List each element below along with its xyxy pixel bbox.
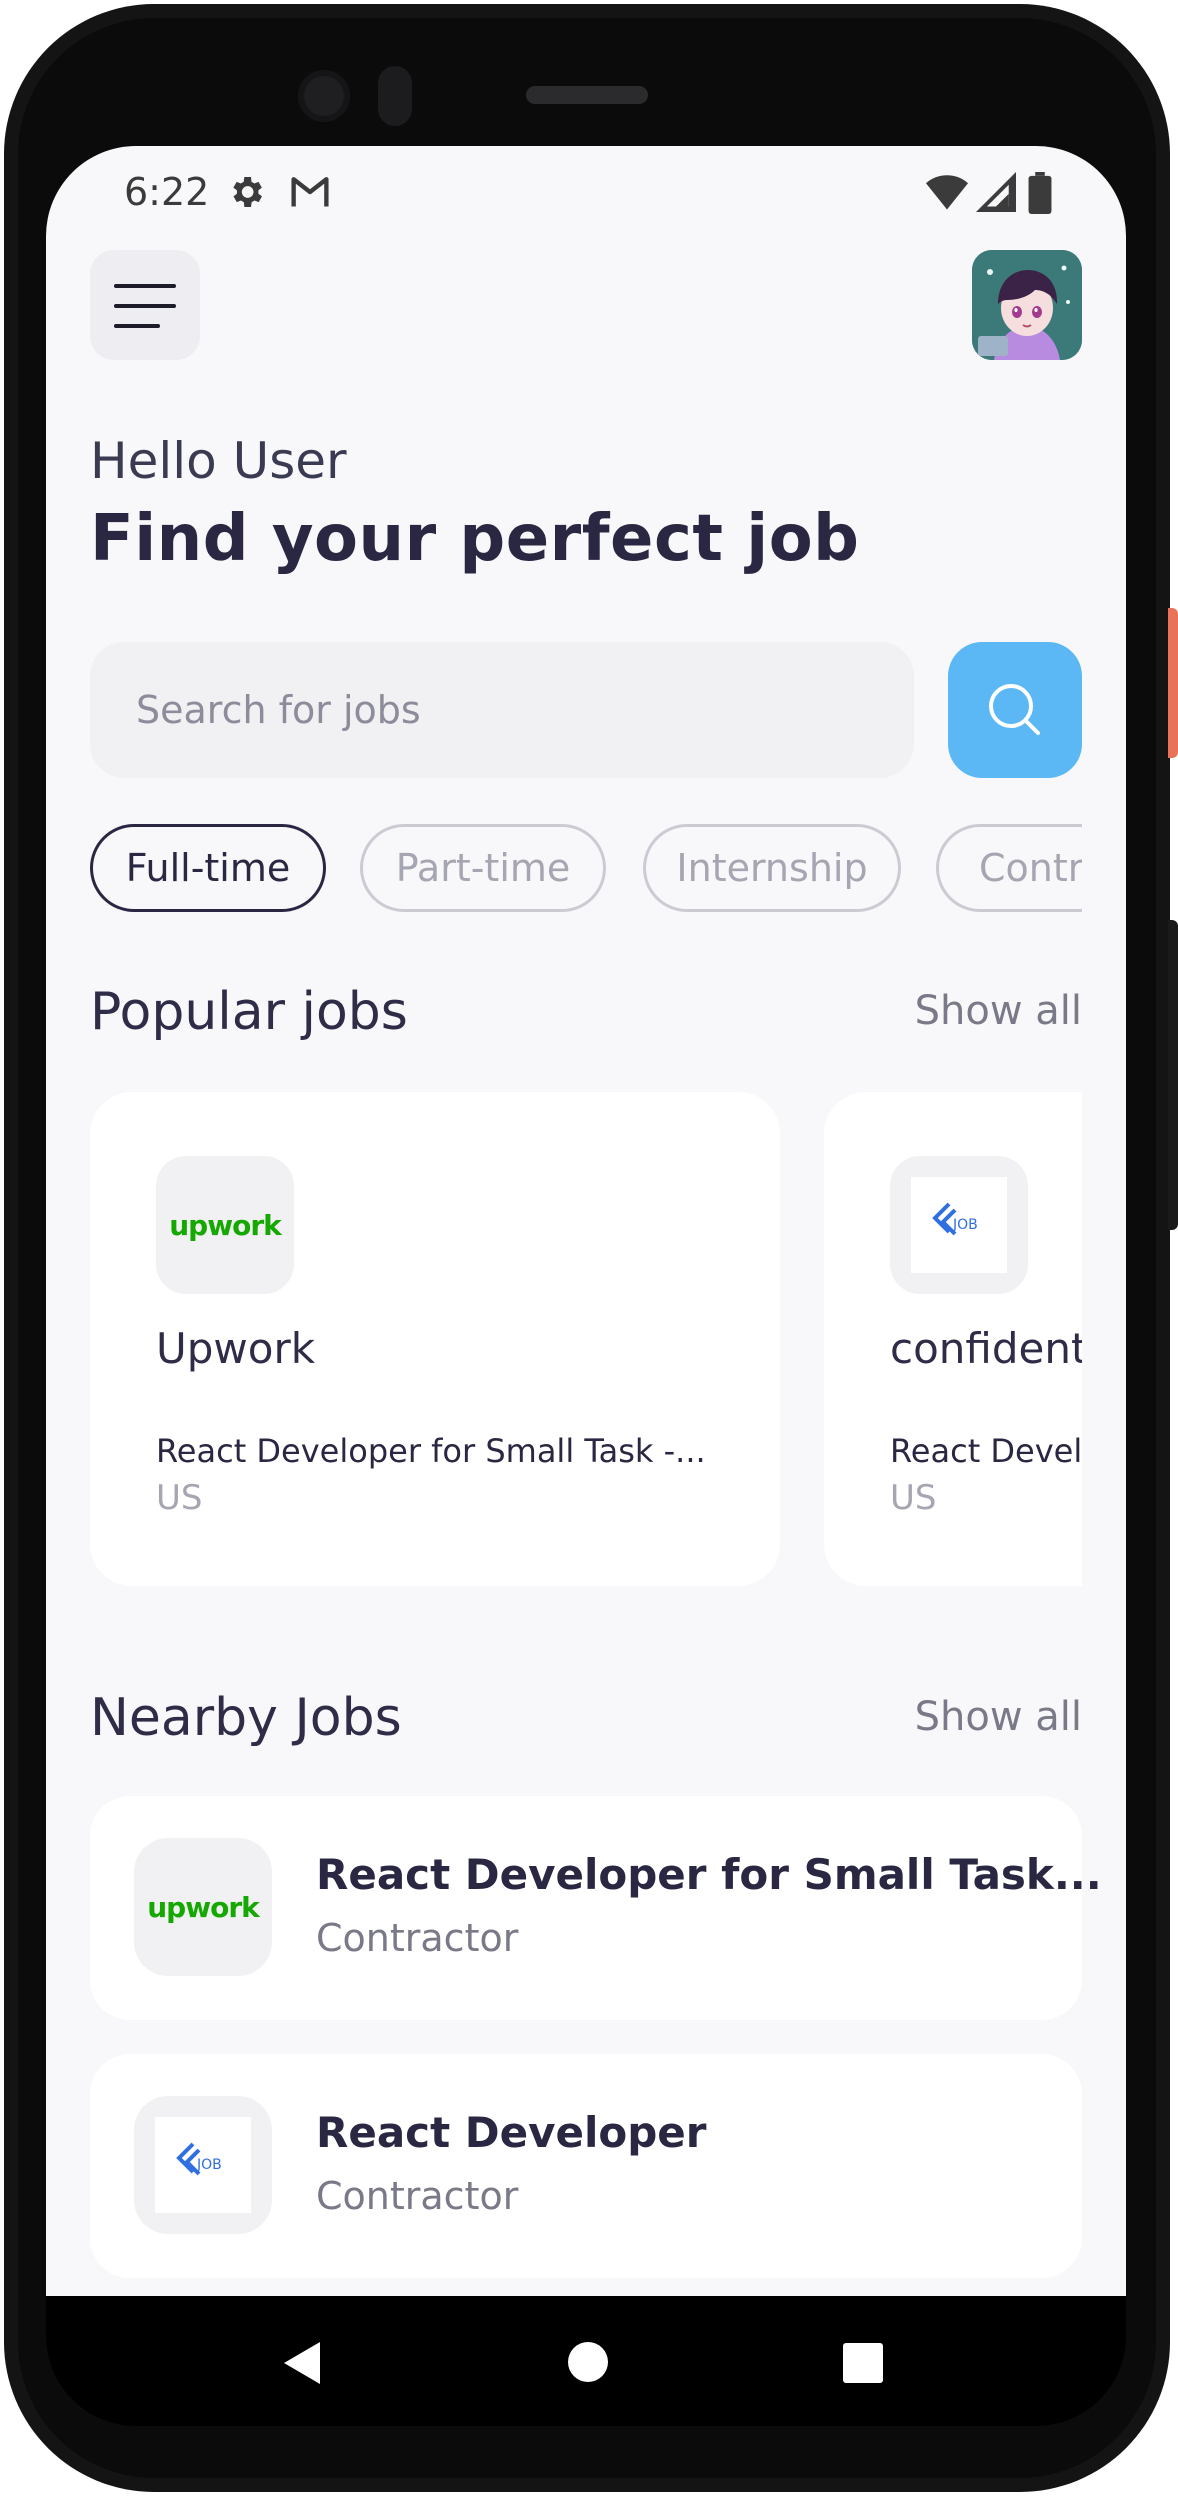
job-diamond-icon: JOB: [176, 2142, 222, 2176]
chip-label: Internship: [676, 846, 868, 890]
popular-jobs-title: Popular jobs: [90, 982, 408, 1042]
chip-contractor[interactable]: Contractor: [936, 824, 1082, 912]
job-location: US: [890, 1478, 937, 1518]
menu-button[interactable]: [90, 250, 200, 360]
job-location: US: [156, 1478, 203, 1518]
job-logo-text: JOB: [196, 2157, 222, 2173]
logo-text: upwork: [169, 1208, 282, 1242]
popular-jobs-carousel[interactable]: upwork Upwork React Developer for Small …: [90, 1092, 1082, 1586]
job-title: React Developer: [316, 2108, 707, 2157]
proximity-sensor: [378, 66, 412, 126]
avatar-illustration-icon: [972, 250, 1082, 360]
popular-show-all-link[interactable]: Show all: [915, 988, 1082, 1034]
battery-icon: [1028, 172, 1052, 214]
job-title: React Developer for Small Task -...: [156, 1432, 706, 1470]
logo-text: upwork: [147, 1890, 260, 1924]
settings-icon: [233, 177, 262, 207]
menu-icon-line-top: [114, 284, 176, 288]
upwork-logo: upwork: [134, 1838, 272, 1976]
job-logo: JOB: [134, 2096, 272, 2234]
recents-icon[interactable]: [842, 2342, 884, 2384]
status-bar: 6:22: [46, 146, 1126, 236]
job-logo-text: JOB: [952, 1217, 978, 1233]
greeting-text: Hello User: [90, 432, 347, 490]
nearby-job-item[interactable]: JOB React Developer Contractor: [90, 2054, 1082, 2278]
navigation-bar: [46, 2296, 1126, 2426]
chip-full-time[interactable]: Full-time: [90, 824, 326, 912]
avatar[interactable]: [972, 250, 1082, 360]
status-time: 6:22: [124, 170, 210, 214]
earpiece-speaker: [526, 86, 648, 104]
job-type: Contractor: [316, 1916, 519, 1960]
menu-icon-line-middle: [114, 304, 176, 308]
company-name: Upwork: [156, 1324, 316, 1373]
nearby-show-all-link[interactable]: Show all: [915, 1694, 1082, 1740]
job-logo-box: JOB: [155, 2117, 251, 2213]
job-diamond-icon: JOB: [932, 1202, 978, 1236]
job-logo-box: JOB: [911, 1177, 1007, 1273]
search-icon: [989, 684, 1040, 735]
home-icon[interactable]: [566, 2340, 610, 2384]
job-title: React Developer for Small Task...: [316, 1850, 1102, 1899]
chip-internship[interactable]: Internship: [643, 824, 901, 912]
popular-job-card[interactable]: JOB confidential React Developer US: [824, 1092, 1082, 1586]
chip-label: Full-time: [125, 846, 291, 890]
chip-label: Contractor: [979, 846, 1082, 890]
search-input[interactable]: [134, 642, 894, 778]
chip-label: Part-time: [395, 846, 571, 890]
wifi-icon: [926, 175, 968, 210]
back-icon[interactable]: [280, 2340, 324, 2386]
nearby-job-item[interactable]: upwork React Developer for Small Task...…: [90, 1796, 1102, 2020]
menu-icon-line-bottom: [114, 324, 160, 328]
search-button[interactable]: [948, 642, 1082, 778]
chip-part-time[interactable]: Part-time: [360, 824, 606, 912]
popular-job-card[interactable]: upwork Upwork React Developer for Small …: [90, 1092, 780, 1586]
upwork-logo: upwork: [156, 1156, 294, 1294]
volume-button: [1168, 920, 1178, 1230]
job-type: Contractor: [316, 2174, 519, 2218]
nearby-jobs-title: Nearby Jobs: [90, 1688, 402, 1748]
job-type-chips: Full-time Part-time Internship Contracto…: [90, 824, 1082, 914]
power-button: [1168, 608, 1178, 758]
page-title: Find your perfect job: [90, 502, 860, 576]
front-camera: [298, 70, 350, 122]
job-logo: JOB: [890, 1156, 1028, 1294]
signal-icon: [976, 172, 1016, 212]
company-name: confidential: [890, 1324, 1082, 1373]
gmail-icon: [291, 177, 329, 207]
job-title: React Developer: [890, 1432, 1082, 1470]
app-screen: 6:22 Hello User Find your perfect job Se…: [46, 146, 1126, 2296]
search-bar: [90, 642, 914, 778]
